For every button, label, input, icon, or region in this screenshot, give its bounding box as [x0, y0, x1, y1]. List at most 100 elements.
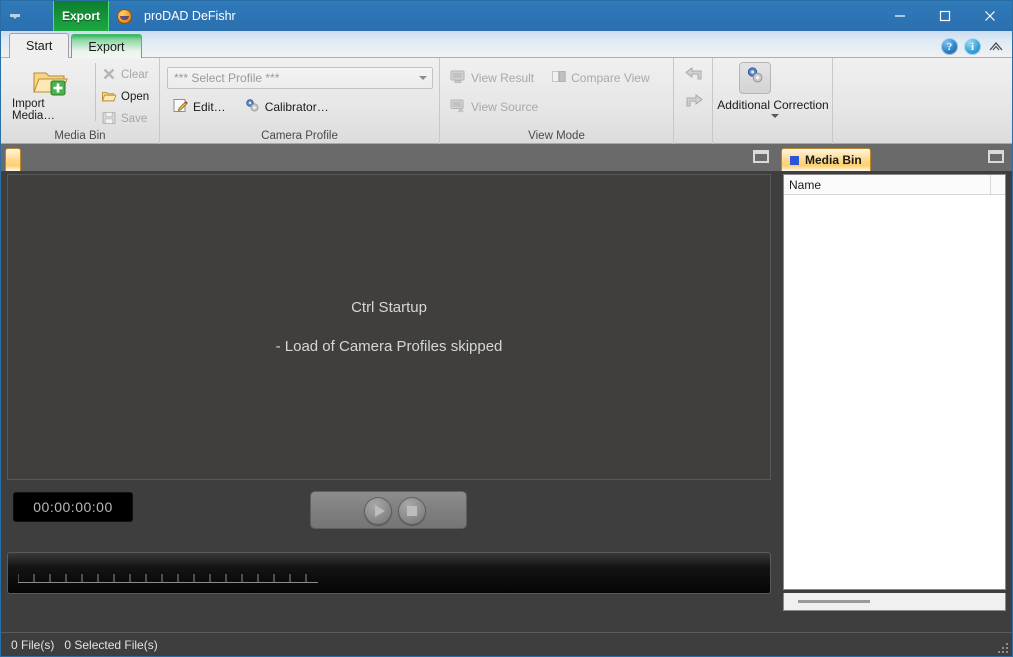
viewer-pane-tab[interactable]	[5, 148, 21, 171]
media-bin-horizontal-scrollbar[interactable]	[783, 593, 1006, 611]
gears-icon	[244, 98, 260, 116]
monitor-source-icon	[450, 99, 466, 116]
column-header-spacer	[991, 175, 1005, 194]
view-result-button[interactable]: View Result	[446, 67, 538, 89]
media-bin-tab[interactable]: Media Bin	[781, 148, 871, 171]
close-button[interactable]	[967, 1, 1012, 31]
status-file-count: 0 File(s)	[11, 637, 55, 652]
window-controls	[877, 1, 1012, 31]
chevron-down-icon[interactable]	[414, 76, 432, 80]
calibrator-label: Calibrator…	[264, 100, 329, 114]
play-button[interactable]	[364, 497, 392, 525]
status-selected-count: 0 Selected File(s)	[64, 637, 158, 652]
resize-grip-icon[interactable]	[994, 639, 1008, 653]
clear-x-icon	[102, 67, 116, 84]
ribbon-empty-area	[832, 58, 1012, 144]
media-bin-tab-label: Media Bin	[805, 153, 862, 167]
edit-profile-label: Edit…	[193, 100, 226, 114]
viewer-restore-window-icon[interactable]	[753, 150, 769, 164]
info-icon[interactable]: i	[964, 38, 981, 55]
split-view-icon	[552, 70, 566, 86]
group-label-view-mode: View Mode	[528, 130, 585, 142]
export-quick-button[interactable]: Export	[53, 1, 109, 31]
ribbon-group-history	[673, 58, 712, 144]
group-divider	[95, 63, 96, 121]
scrollbar-thumb[interactable]	[798, 600, 870, 603]
compare-view-button[interactable]: Compare View	[548, 67, 653, 89]
group-label-media-bin: Media Bin	[54, 130, 106, 142]
pencil-edit-icon	[173, 98, 188, 116]
application-window: Export proDAD DeFishr Start Export ? i I…	[0, 0, 1013, 657]
open-button[interactable]: Open	[99, 86, 157, 108]
playback-controls	[310, 491, 467, 529]
minimize-button[interactable]	[877, 1, 922, 31]
edit-profile-button[interactable]: Edit…	[169, 96, 230, 118]
media-bin-pane-header: Media Bin	[777, 144, 1012, 171]
gears-blue-icon	[745, 66, 765, 90]
additional-correction-label: Additional Correction	[717, 98, 829, 112]
media-bin-rows[interactable]	[784, 195, 1005, 589]
media-bin-restore-window-icon[interactable]	[988, 150, 1004, 164]
timecode-display[interactable]: 00:00:00:00	[13, 492, 133, 522]
folder-open-icon	[101, 89, 117, 106]
view-result-label: View Result	[471, 71, 535, 85]
viewer-canvas[interactable]: Ctrl Startup - Load of Camera Profiles s…	[7, 174, 771, 480]
ribbon-group-view-mode: View Result Compare View View Source Vie…	[439, 58, 673, 144]
open-label: Open	[121, 91, 150, 103]
redo-arrow-icon[interactable]	[682, 91, 706, 113]
quick-access-dropdown-icon[interactable]	[1, 1, 29, 31]
blue-square-icon	[790, 155, 799, 165]
additional-correction-button[interactable]	[739, 62, 771, 94]
ribbon-group-additional-correction: Additional Correction	[712, 58, 832, 144]
camera-profile-value: *** Select Profile ***	[174, 71, 280, 85]
group-label-camera-profile: Camera Profile	[261, 130, 338, 142]
camera-profile-buttons: Edit… Calibrator…	[169, 96, 333, 118]
view-source-button[interactable]: View Source	[446, 96, 542, 118]
timeline-tick-marks	[18, 574, 318, 583]
save-label: Save	[121, 113, 148, 125]
calibrator-button[interactable]: Calibrator…	[240, 96, 333, 118]
clear-label: Clear	[121, 69, 149, 81]
ribbon: Import Media… Clear Open Save Media Bin …	[1, 58, 1012, 144]
view-mode-row-2: View Source	[446, 96, 542, 118]
import-media-button[interactable]: Import Media…	[11, 62, 89, 126]
tab-export[interactable]: Export	[71, 34, 142, 58]
play-icon	[374, 505, 385, 517]
maximize-button[interactable]	[922, 1, 967, 31]
timeline-ruler[interactable]	[7, 552, 771, 594]
media-bin-pane: Media Bin Name	[777, 144, 1012, 632]
transport-bar: 00:00:00:00	[7, 486, 771, 536]
ribbon-tab-strip: Start Export ? i	[1, 31, 1012, 58]
viewer-pane: Ctrl Startup - Load of Camera Profiles s…	[1, 144, 777, 632]
help-icon-group: ? i	[941, 38, 1004, 55]
media-bin-stack-buttons: Clear Open Save	[99, 64, 157, 130]
monitor-icon	[450, 70, 466, 87]
view-mode-row-1: View Result Compare View	[446, 67, 654, 89]
import-media-label: Import Media…	[12, 98, 55, 122]
tab-start[interactable]: Start	[9, 33, 70, 58]
viewer-message-2: - Load of Camera Profiles skipped	[275, 338, 503, 355]
clear-button[interactable]: Clear	[99, 64, 157, 86]
prodad-logo-icon	[117, 9, 132, 24]
help-icon[interactable]: ?	[941, 38, 958, 55]
viewer-message-1: Ctrl Startup	[351, 299, 427, 316]
view-source-label: View Source	[471, 100, 539, 114]
save-button[interactable]: Save	[99, 108, 157, 130]
title-bar: Export proDAD DeFishr	[1, 1, 1012, 31]
floppy-save-icon	[102, 111, 116, 128]
ribbon-group-camera-profile: *** Select Profile *** Edit… Calibrator……	[159, 58, 439, 144]
workspace: Ctrl Startup - Load of Camera Profiles s…	[1, 144, 1012, 632]
folder-add-icon	[32, 66, 68, 96]
media-bin-list[interactable]: Name	[783, 174, 1006, 590]
stop-icon	[407, 506, 417, 516]
viewer-pane-header	[1, 144, 777, 171]
compare-view-label: Compare View	[571, 71, 650, 85]
window-title: proDAD DeFishr	[144, 9, 236, 23]
media-bin-column-header: Name	[784, 175, 1005, 195]
camera-profile-select[interactable]: *** Select Profile ***	[167, 67, 433, 89]
chevron-down-icon[interactable]	[771, 114, 779, 118]
undo-arrow-icon[interactable]	[682, 64, 706, 86]
stop-button[interactable]	[398, 497, 426, 525]
column-header-name[interactable]: Name	[784, 175, 991, 194]
home-icon[interactable]	[987, 38, 1004, 55]
